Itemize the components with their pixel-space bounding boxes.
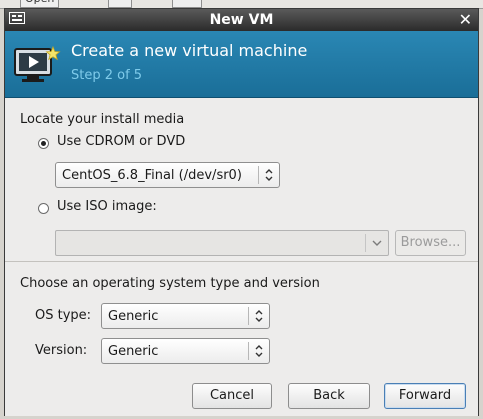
os-type-select[interactable]: Generic <box>101 303 270 329</box>
os-heading: Choose an operating system type and vers… <box>20 276 320 291</box>
cancel-button[interactable]: Cancel <box>192 383 272 409</box>
wizard-content: Locate your install media Use CDROM or D… <box>5 98 478 416</box>
os-type-label: OS type: <box>35 308 92 323</box>
chevron-up-down-icon <box>258 166 279 184</box>
cdrom-device-value: CentOS_6.8_Final (/dev/sr0) <box>62 168 242 183</box>
section-divider <box>5 261 478 262</box>
chevron-up-down-icon <box>248 307 269 325</box>
chevron-up-down-icon <box>248 342 269 360</box>
cdrom-device-select[interactable]: CentOS_6.8_Final (/dev/sr0) <box>55 162 280 188</box>
close-icon[interactable]: ✕ <box>459 9 472 31</box>
window-title: New VM <box>209 12 274 28</box>
cdrom-radio-label[interactable]: Use CDROM or DVD <box>57 134 185 149</box>
virtual-machine-icon <box>13 45 61 85</box>
iso-radio[interactable] <box>38 203 49 214</box>
background-play-button <box>108 0 132 8</box>
new-vm-dialog: New VM ✕ Create a new virtual machine St… <box>4 8 479 416</box>
forward-button[interactable]: Forward <box>384 383 466 409</box>
browse-button[interactable]: Browse... <box>395 230 466 256</box>
back-button[interactable]: Back <box>288 383 370 409</box>
wizard-title: Create a new virtual machine <box>71 41 308 60</box>
chevron-down-icon[interactable] <box>365 234 388 252</box>
window-titlebar[interactable]: New VM ✕ <box>5 9 478 31</box>
cdrom-radio[interactable] <box>38 138 49 149</box>
version-label: Version: <box>35 343 88 358</box>
version-select[interactable]: Generic <box>101 338 270 364</box>
version-value: Generic <box>108 344 159 359</box>
wizard-step-indicator: Step 2 of 5 <box>71 68 143 83</box>
os-type-value: Generic <box>108 309 159 324</box>
wizard-header-banner: Create a new virtual machine Step 2 of 5 <box>5 31 478 98</box>
iso-path-combo[interactable] <box>55 230 389 256</box>
iso-radio-label[interactable]: Use ISO image: <box>57 199 157 214</box>
background-power-button <box>172 0 202 8</box>
install-media-heading: Locate your install media <box>20 112 185 127</box>
background-open-button: Open <box>20 0 60 8</box>
